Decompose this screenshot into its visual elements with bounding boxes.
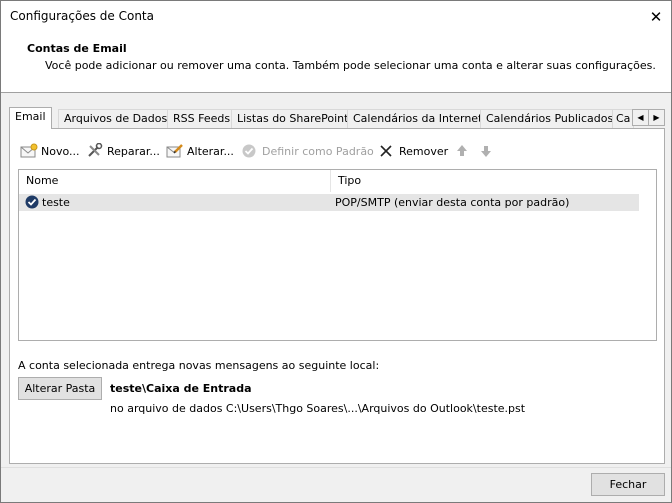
set-default-label: Definir como Padrão <box>262 144 374 158</box>
change-account-button[interactable]: Alterar... <box>166 142 234 160</box>
window-title: Configurações de Conta <box>10 9 154 23</box>
tab-email[interactable]: Email <box>9 107 52 129</box>
tab-scroll-left-button[interactable]: ◀ <box>632 109 649 126</box>
column-header-name[interactable]: Nome <box>19 170 330 192</box>
change-folder-button[interactable]: Alterar Pasta <box>18 377 102 400</box>
move-up-button[interactable] <box>455 142 476 160</box>
arrow-up-icon <box>455 143 473 159</box>
column-header-type[interactable]: Tipo <box>331 170 638 192</box>
change-folder-label: Alterar Pasta <box>24 382 96 395</box>
list-vertical-scrollbar[interactable] <box>639 170 656 340</box>
default-account-check-icon <box>25 195 39 209</box>
tab-scroll-right-button[interactable]: ▶ <box>648 109 665 126</box>
tab-published-calendars[interactable]: Calendários Publicados <box>480 109 620 128</box>
tab-label: Calendários Publicados <box>486 112 614 125</box>
email-tab-panel: Novo... Reparar... Alterar... Definir co… <box>9 128 665 464</box>
remove-account-label: Remover <box>399 144 449 158</box>
new-mail-icon <box>20 143 38 159</box>
tab-label: Ca <box>616 112 631 125</box>
change-settings-icon <box>166 143 184 159</box>
tab-label: Email <box>15 110 46 123</box>
tab-label: Arquivos de Dados <box>64 112 168 125</box>
tab-label: RSS Feeds <box>173 112 231 125</box>
tab-strip: Email Arquivos de Dados RSS Feeds Listas… <box>9 107 665 129</box>
tab-sharepoint-lists[interactable]: Listas do SharePoint <box>231 109 355 128</box>
table-row[interactable]: teste POP/SMTP (enviar desta conta por p… <box>19 194 639 211</box>
repair-account-label: Reparar... <box>107 144 160 158</box>
close-window-button[interactable]: ✕ <box>641 1 671 32</box>
set-default-button[interactable]: Definir como Padrão <box>241 142 374 160</box>
arrow-down-icon <box>479 143 497 159</box>
delivery-folder: teste\Caixa de Entrada <box>110 382 252 395</box>
tab-address-books[interactable]: Ca <box>612 109 634 128</box>
title-bar: Configurações de Conta ✕ <box>1 1 671 32</box>
account-name: teste <box>42 196 70 209</box>
account-toolbar: Novo... Reparar... Alterar... Definir co… <box>10 129 664 169</box>
remove-x-icon <box>378 143 396 159</box>
new-account-label: Novo... <box>41 144 80 158</box>
tab-data-files[interactable]: Arquivos de Dados <box>58 109 174 128</box>
repair-account-button[interactable]: Reparar... <box>86 142 160 160</box>
move-down-button[interactable] <box>479 142 500 160</box>
arrow-left-icon: ◀ <box>637 113 644 122</box>
change-account-label: Alterar... <box>187 144 234 158</box>
tab-internet-calendars[interactable]: Calendários da Internet <box>347 109 489 128</box>
account-settings-window: Configurações de Conta ✕ Contas de Email… <box>0 0 672 503</box>
remove-account-button[interactable]: Remover <box>378 142 448 160</box>
repair-tools-icon <box>86 142 104 159</box>
footer-divider <box>1 467 671 468</box>
delivery-intro: A conta selecionada entrega novas mensag… <box>18 359 380 372</box>
account-type: POP/SMTP (enviar desta conta por padrão) <box>335 196 570 209</box>
header-panel: Contas de Email Você pode adicionar ou r… <box>1 32 671 93</box>
accounts-list[interactable]: Nome Tipo teste POP/SMTP (enviar desta c… <box>18 169 657 341</box>
close-dialog-label: Fechar <box>609 478 647 491</box>
header-title: Contas de Email <box>27 42 127 55</box>
tab-label: Calendários da Internet <box>353 112 483 125</box>
header-description: Você pode adicionar ou remover uma conta… <box>45 59 656 72</box>
accounts-list-header: Nome Tipo <box>19 170 639 192</box>
close-dialog-button[interactable]: Fechar <box>591 473 665 496</box>
arrow-right-icon: ▶ <box>653 113 660 122</box>
checkmark-circle-icon <box>241 143 259 159</box>
tab-label: Listas do SharePoint <box>237 112 349 125</box>
close-icon: ✕ <box>649 7 663 26</box>
new-account-button[interactable]: Novo... <box>20 142 80 160</box>
tab-rss-feeds[interactable]: RSS Feeds <box>167 109 237 128</box>
delivery-data-file: no arquivo de dados C:\Users\Thgo Soares… <box>110 402 526 415</box>
